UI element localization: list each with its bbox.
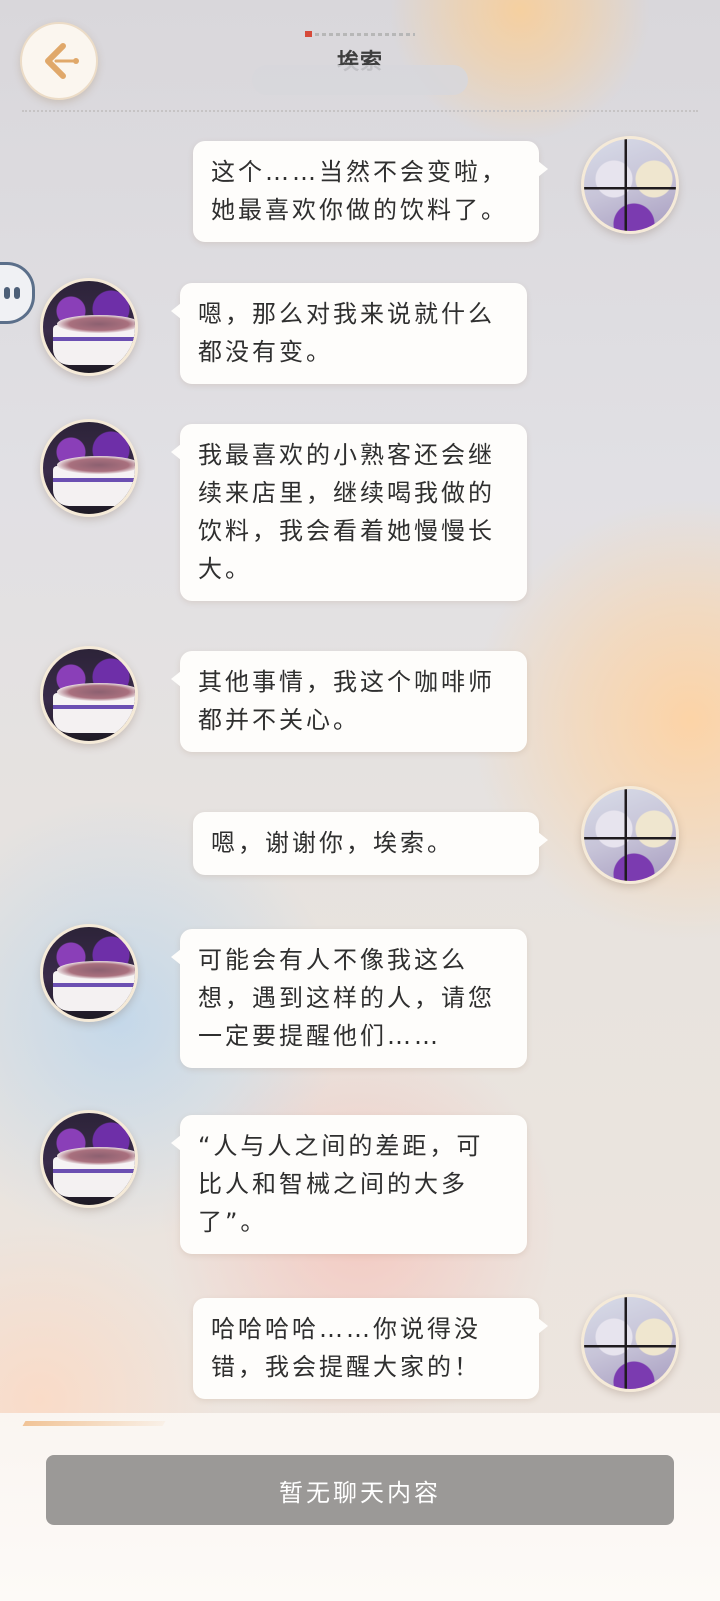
no-chat-content-button[interactable]: 暂无聊天内容: [46, 1455, 674, 1525]
user-avatar[interactable]: [581, 1294, 679, 1392]
floating-side-button[interactable]: [0, 262, 35, 324]
npc-avatar[interactable]: [40, 419, 138, 517]
chat-bubble-user: 这个……当然不会变啦，她最喜欢你做的饮料了。: [193, 141, 548, 242]
chat-bubble-npc: 可能会有人不像我这么想，遇到这样的人，请您一定要提醒他们……: [171, 929, 527, 1068]
chat-bubble-user: 嗯，谢谢你，埃索。: [193, 812, 548, 875]
chat-bubble-npc: 嗯，那么对我来说就什么都没有变。: [171, 283, 527, 384]
status-pill: [252, 65, 468, 95]
footer-accent: [22, 1421, 166, 1426]
npc-avatar[interactable]: [40, 1110, 138, 1208]
header-divider: [22, 110, 698, 112]
chat-bubble-user: 哈哈哈哈……你说得没错，我会提醒大家的！: [193, 1298, 548, 1399]
npc-avatar[interactable]: [40, 278, 138, 376]
chat-footer: 暂无聊天内容: [0, 1413, 720, 1601]
npc-avatar[interactable]: [40, 924, 138, 1022]
npc-avatar[interactable]: [40, 646, 138, 744]
user-avatar[interactable]: [581, 786, 679, 884]
user-avatar[interactable]: [581, 136, 679, 234]
title-decoration: [0, 30, 720, 38]
chat-bubble-npc: 其他事情，我这个咖啡师都并不关心。: [171, 651, 527, 752]
chat-header: 埃索: [0, 0, 720, 112]
chat-bubble-npc: 我最喜欢的小熟客还会继续来店里，继续喝我做的饮料，我会看着她慢慢长大。: [171, 424, 527, 601]
chat-bubble-npc: “人与人之间的差距，可比人和智械之间的大多了”。: [171, 1115, 527, 1254]
